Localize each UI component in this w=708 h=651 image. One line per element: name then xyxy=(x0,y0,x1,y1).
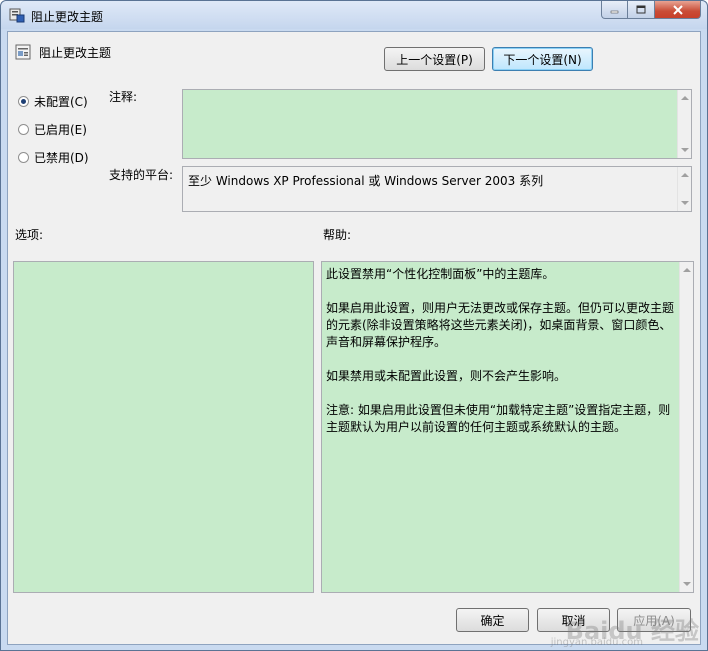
help-paragraph: 如果启用此设置，则用户无法更改或保存主题。但仍可以更改主题的元素(除非设置策略将… xyxy=(326,301,675,349)
radio-dot xyxy=(18,124,29,135)
dialog-client-area: 阻止更改主题 上一个设置(P) 下一个设置(N) 未配置(C) 已启用(E) 已… xyxy=(7,31,701,645)
radio-label: 未配置(C) xyxy=(34,95,88,109)
help-paragraph: 注意: 如果启用此设置但未使用“加载特定主题”设置指定主题，则主题默认为用户以前… xyxy=(326,403,671,434)
maximize-button[interactable] xyxy=(628,1,655,19)
scroll-up-icon[interactable] xyxy=(683,268,691,272)
help-text: 此设置禁用“个性化控制面板”中的主题库。 如果启用此设置，则用户无法更改或保存主… xyxy=(326,266,675,453)
policy-dialog-window: 阻止更改主题 阻止更改主题 上一个设置(P) 下一个设置(N) 未配置(C) 已… xyxy=(0,0,708,651)
maximize-icon xyxy=(636,5,646,14)
scroll-down-icon[interactable] xyxy=(681,148,689,152)
platform-value: 至少 Windows XP Professional 或 Windows Ser… xyxy=(188,174,544,188)
platform-field: 至少 Windows XP Professional 或 Windows Ser… xyxy=(182,166,692,212)
ok-button[interactable]: 确定 xyxy=(456,608,529,632)
comment-label: 注释: xyxy=(109,90,138,104)
minimize-button[interactable] xyxy=(601,1,628,19)
radio-label: 已禁用(D) xyxy=(34,151,89,165)
help-label: 帮助: xyxy=(323,228,352,242)
window-controls xyxy=(601,1,701,21)
platform-scrollbar[interactable] xyxy=(677,167,691,211)
help-panel: 此设置禁用“个性化控制面板”中的主题库。 如果启用此设置，则用户无法更改或保存主… xyxy=(321,261,694,593)
policy-title: 阻止更改主题 xyxy=(39,46,112,60)
comment-textarea[interactable] xyxy=(182,89,692,159)
next-setting-button[interactable]: 下一个设置(N) xyxy=(492,47,593,71)
options-label: 选项: xyxy=(15,228,44,242)
radio-not-configured[interactable]: 未配置(C) xyxy=(18,93,88,110)
radio-dot xyxy=(18,152,29,163)
options-panel xyxy=(13,261,314,593)
watermark-url: jingyan.baidu.com xyxy=(550,637,643,648)
scroll-down-icon[interactable] xyxy=(681,201,689,205)
policy-editor-icon xyxy=(9,8,25,23)
platform-label: 支持的平台: xyxy=(109,168,174,182)
radio-label: 已启用(E) xyxy=(34,123,87,137)
comment-scrollbar[interactable] xyxy=(677,90,691,158)
radio-enabled[interactable]: 已启用(E) xyxy=(18,121,87,138)
help-scrollbar[interactable] xyxy=(679,262,693,592)
minimize-icon xyxy=(610,10,619,14)
close-button[interactable] xyxy=(655,1,701,19)
scroll-down-icon[interactable] xyxy=(683,582,691,586)
title-bar[interactable]: 阻止更改主题 xyxy=(1,1,707,29)
close-icon xyxy=(672,4,683,15)
help-paragraph: 此设置禁用“个性化控制面板”中的主题库。 xyxy=(326,267,555,281)
policy-setting-icon xyxy=(15,44,31,60)
previous-setting-button[interactable]: 上一个设置(P) xyxy=(384,47,485,71)
scroll-up-icon[interactable] xyxy=(681,173,689,177)
radio-dot-selected xyxy=(18,96,29,107)
help-paragraph: 如果禁用或未配置此设置，则不会产生影响。 xyxy=(326,369,567,383)
scroll-up-icon[interactable] xyxy=(681,96,689,100)
window-title: 阻止更改主题 xyxy=(31,10,104,24)
radio-disabled[interactable]: 已禁用(D) xyxy=(18,149,89,166)
